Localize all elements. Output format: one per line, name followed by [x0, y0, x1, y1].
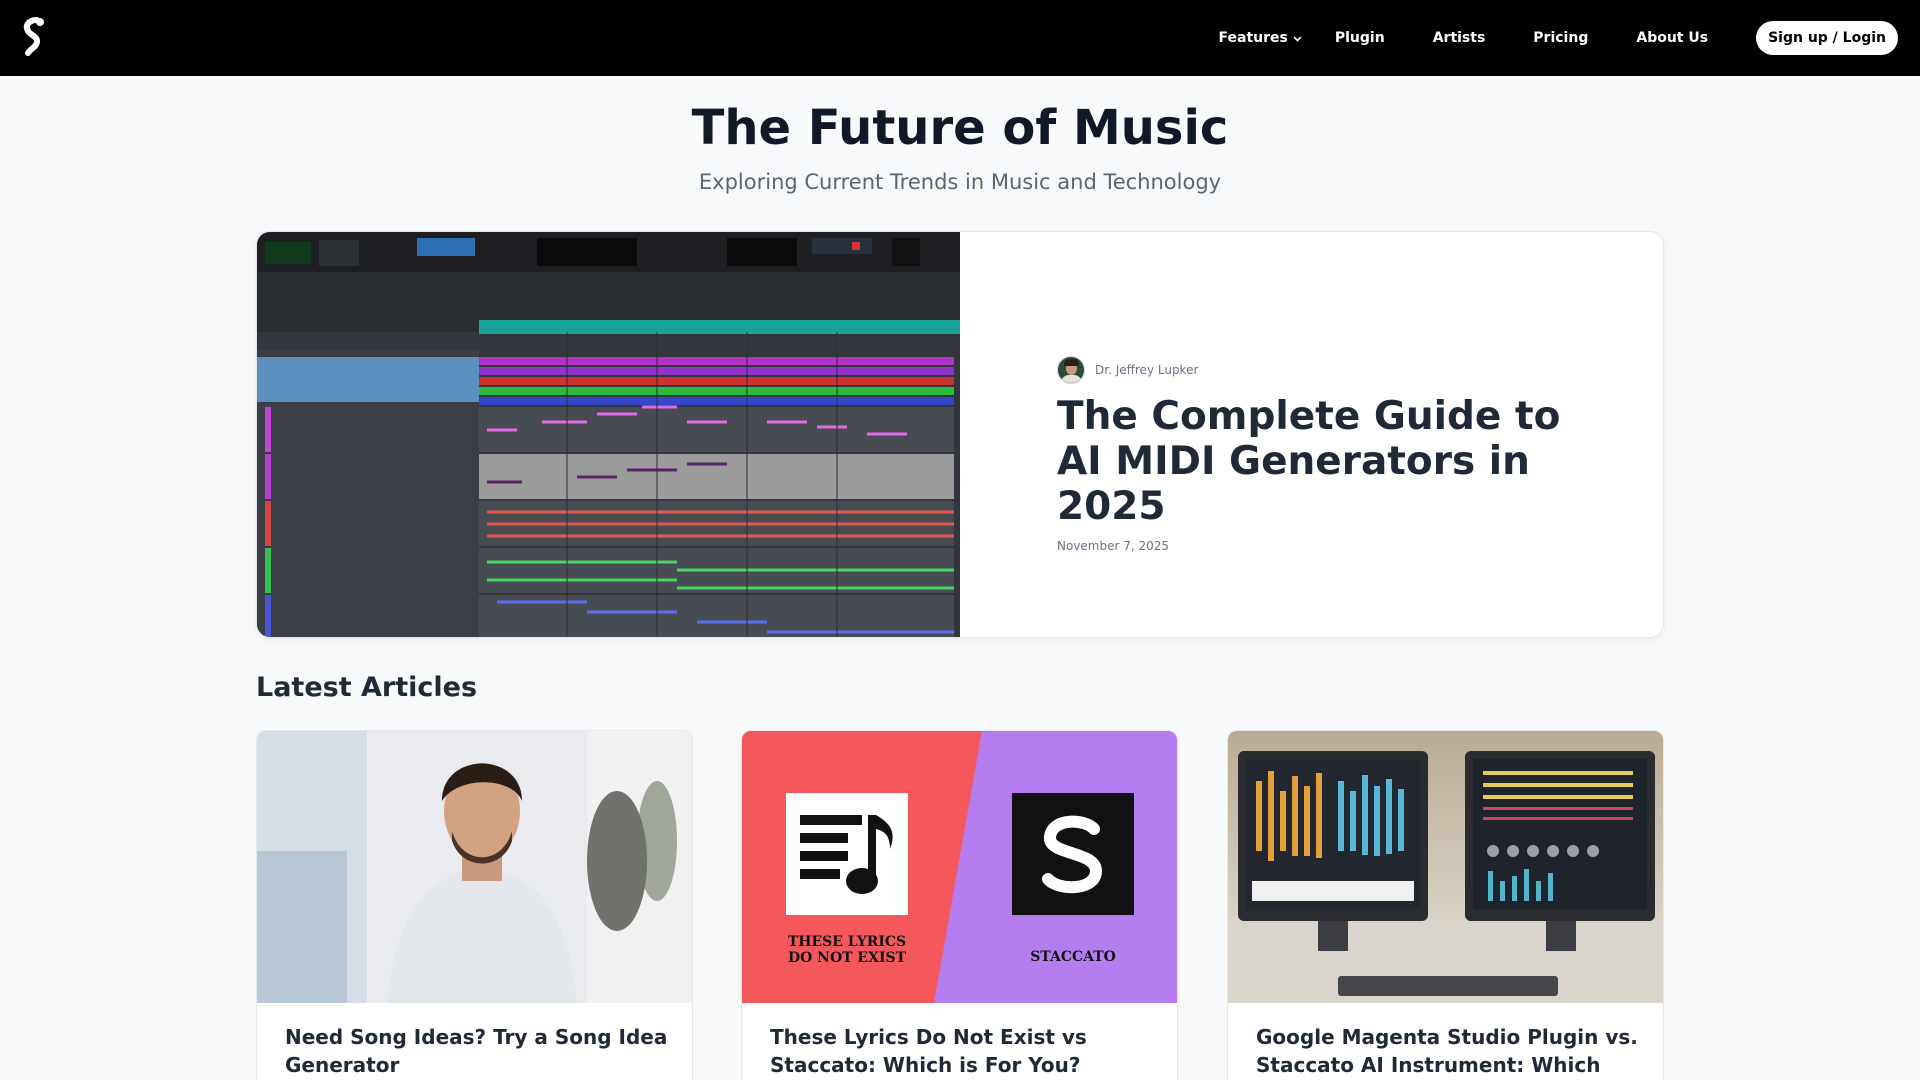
top-nav: Features Plugin Artists Pricing About Us… — [0, 0, 1920, 76]
nav-about-us[interactable]: About Us — [1636, 30, 1708, 46]
featured-article-image — [257, 232, 960, 637]
article-card[interactable]: Google Magenta Studio Plugin vs. Staccat… — [1227, 730, 1664, 1080]
nav-artists[interactable]: Artists — [1433, 30, 1486, 46]
signup-login-button[interactable]: Sign up / Login — [1756, 21, 1898, 55]
article-card[interactable]: Need Song Ideas? Try a Song Idea Generat… — [256, 730, 693, 1080]
nav-features[interactable]: Features — [1219, 30, 1303, 46]
article-card-image: THESE LYRICS DO NOT EXIST STACCATO — [742, 731, 1177, 1003]
staccato-caption: STACCATO — [1030, 949, 1116, 965]
article-card-title[interactable]: Need Song Ideas? Try a Song Idea Generat… — [285, 1023, 670, 1079]
page-subtitle: Exploring Current Trends in Music and Te… — [698, 170, 1222, 194]
nav-pricing[interactable]: Pricing — [1533, 30, 1588, 46]
featured-article-card[interactable]: Dr. Jeffrey Lupker The Complete Guide to… — [256, 231, 1664, 638]
article-card[interactable]: THESE LYRICS DO NOT EXIST STACCATO These… — [741, 730, 1178, 1080]
featured-article-title[interactable]: The Complete Guide to AI MIDI Generators… — [1057, 394, 1587, 529]
staccato-logo-icon[interactable] — [20, 17, 48, 57]
lyrics-logo-tile — [786, 793, 908, 915]
staccato-s-icon — [1042, 815, 1103, 894]
article-card-image — [257, 731, 692, 1003]
article-card-image — [1228, 731, 1663, 1003]
featured-article-body: Dr. Jeffrey Lupker The Complete Guide to… — [1057, 356, 1597, 553]
lyrics-caption-line-2: DO NOT EXIST — [787, 950, 907, 966]
page-title: The Future of Music — [691, 100, 1229, 156]
lyrics-caption-line-1: THESE LYRICS — [787, 934, 907, 950]
featured-article-date: November 7, 2025 — [1057, 539, 1170, 553]
staccato-logo-tile — [1012, 793, 1134, 915]
nav-plugin[interactable]: Plugin — [1335, 30, 1385, 46]
author-byline: Dr. Jeffrey Lupker — [1057, 356, 1597, 384]
lyrics-music-note-icon — [800, 815, 893, 894]
nav-links: Features Plugin Artists Pricing About Us… — [1219, 0, 1898, 76]
chevron-down-icon — [1293, 35, 1302, 42]
latest-articles-heading: Latest Articles — [256, 672, 478, 703]
article-card-title[interactable]: These Lyrics Do Not Exist vs Staccato: W… — [770, 1023, 1155, 1079]
nav-features-label: Features — [1218, 30, 1288, 46]
article-card-title[interactable]: Google Magenta Studio Plugin vs. Staccat… — [1256, 1023, 1641, 1080]
author-name: Dr. Jeffrey Lupker — [1095, 363, 1199, 377]
avatar — [1057, 356, 1085, 384]
